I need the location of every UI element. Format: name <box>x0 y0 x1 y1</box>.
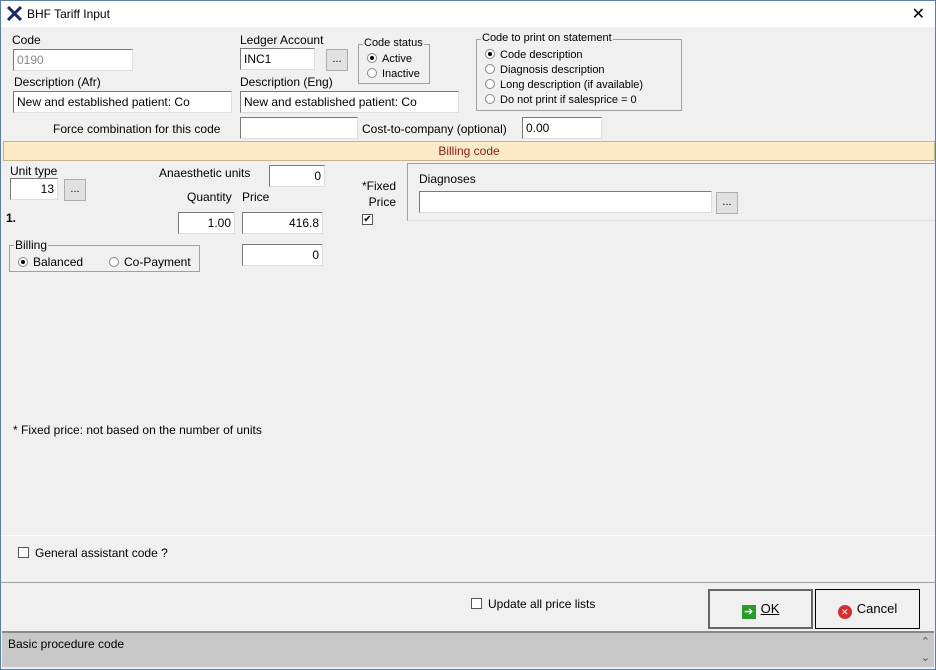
diagnoses-label: Diagnoses <box>419 172 476 186</box>
desc-afr-label: Description (Afr) <box>14 75 101 89</box>
print-option-group: Code to print on statement Code descript… <box>476 32 682 111</box>
fixed-price-checkbox[interactable]: ✔ <box>362 214 373 225</box>
fixed-price-label-1: *Fixed <box>361 179 396 193</box>
ledger-label: Ledger Account <box>240 33 324 47</box>
ledger-input[interactable]: INC1 <box>240 48 315 70</box>
quantity-label: Quantity <box>187 190 232 204</box>
code-status-group: Code status Active Inactive <box>358 37 430 84</box>
print-none-radio[interactable]: Do not print if salesprice = 0 <box>485 94 637 106</box>
print-long-desc-radio[interactable]: Long description (if available) <box>485 79 643 91</box>
unit-type-browse-button[interactable]: ... <box>64 179 86 201</box>
scroll-up-icon[interactable]: ⌃ <box>921 635 930 648</box>
billing-code-header: Billing code <box>3 141 935 161</box>
price-label: Price <box>242 190 270 204</box>
billing-caption: Billing <box>14 238 49 252</box>
ok-button[interactable]: ➔ OK <box>708 589 813 629</box>
desc-eng-label: Description (Eng) <box>240 75 333 89</box>
fixed-price-label-2: Price <box>368 195 396 209</box>
title-bar: BHF Tariff Input ✕ <box>1 1 935 27</box>
price-extra-input[interactable]: 0 <box>242 244 323 266</box>
code-status-caption: Code status <box>363 37 424 49</box>
print-option-caption: Code to print on statement <box>481 32 613 44</box>
unit-type-input[interactable]: 13 <box>10 178 58 200</box>
update-price-lists-checkbox[interactable]: Update all price lists <box>471 597 595 611</box>
scroll-down-icon[interactable]: ⌄ <box>921 651 930 664</box>
close-icon[interactable]: ✕ <box>912 4 925 24</box>
print-diag-desc-radio[interactable]: Diagnosis description <box>485 64 605 76</box>
anaesthetic-input[interactable]: 0 <box>269 165 325 187</box>
cancel-icon: ✕ <box>837 605 852 619</box>
cancel-button[interactable]: ✕ Cancel <box>815 589 920 629</box>
anaesthetic-label: Anaesthetic units <box>159 166 251 180</box>
desc-eng-input[interactable]: New and established patient: Co <box>240 91 459 113</box>
billing-group: Billing Balanced Co-Payment <box>9 238 200 272</box>
desc-afr-input[interactable]: New and established patient: Co <box>13 91 232 113</box>
row-number: 1. <box>6 211 17 225</box>
billing-balanced-radio[interactable]: Balanced <box>18 255 83 269</box>
general-assistant-checkbox[interactable]: General assistant code ? <box>18 546 168 560</box>
app-icon <box>7 6 22 21</box>
status-active-radio[interactable]: Active <box>367 53 412 65</box>
billing-copayment-radio[interactable]: Co-Payment <box>109 255 191 269</box>
ledger-browse-button[interactable]: ... <box>326 49 348 71</box>
price-input[interactable]: 416.8 <box>242 212 323 234</box>
diagnoses-panel: Diagnoses ... <box>407 163 935 221</box>
window-title: BHF Tariff Input <box>27 7 110 21</box>
cost-input[interactable]: 0.00 <box>522 117 602 139</box>
force-label: Force combination for this code <box>53 122 221 136</box>
cost-label: Cost-to-company (optional) <box>362 122 507 136</box>
status-text: Basic procedure code <box>8 637 125 651</box>
quantity-input[interactable]: 1.00 <box>178 212 235 234</box>
force-input[interactable] <box>240 117 358 139</box>
diagnoses-input[interactable] <box>419 191 712 213</box>
dialog-window: BHF Tariff Input ✕ Code 0190 Ledger Acco… <box>0 0 936 670</box>
unit-type-label: Unit type <box>10 164 58 178</box>
status-memo[interactable]: Basic procedure code ⌃ ⌄ <box>2 631 934 667</box>
code-label: Code <box>12 33 41 47</box>
diagnoses-browse-button[interactable]: ... <box>716 192 738 214</box>
arrow-right-icon: ➔ <box>741 605 756 619</box>
fixed-price-footnote: * Fixed price: not based on the number o… <box>13 423 262 437</box>
code-input[interactable]: 0190 <box>13 49 133 71</box>
status-inactive-radio[interactable]: Inactive <box>367 68 420 80</box>
print-code-desc-radio[interactable]: Code description <box>485 49 583 61</box>
